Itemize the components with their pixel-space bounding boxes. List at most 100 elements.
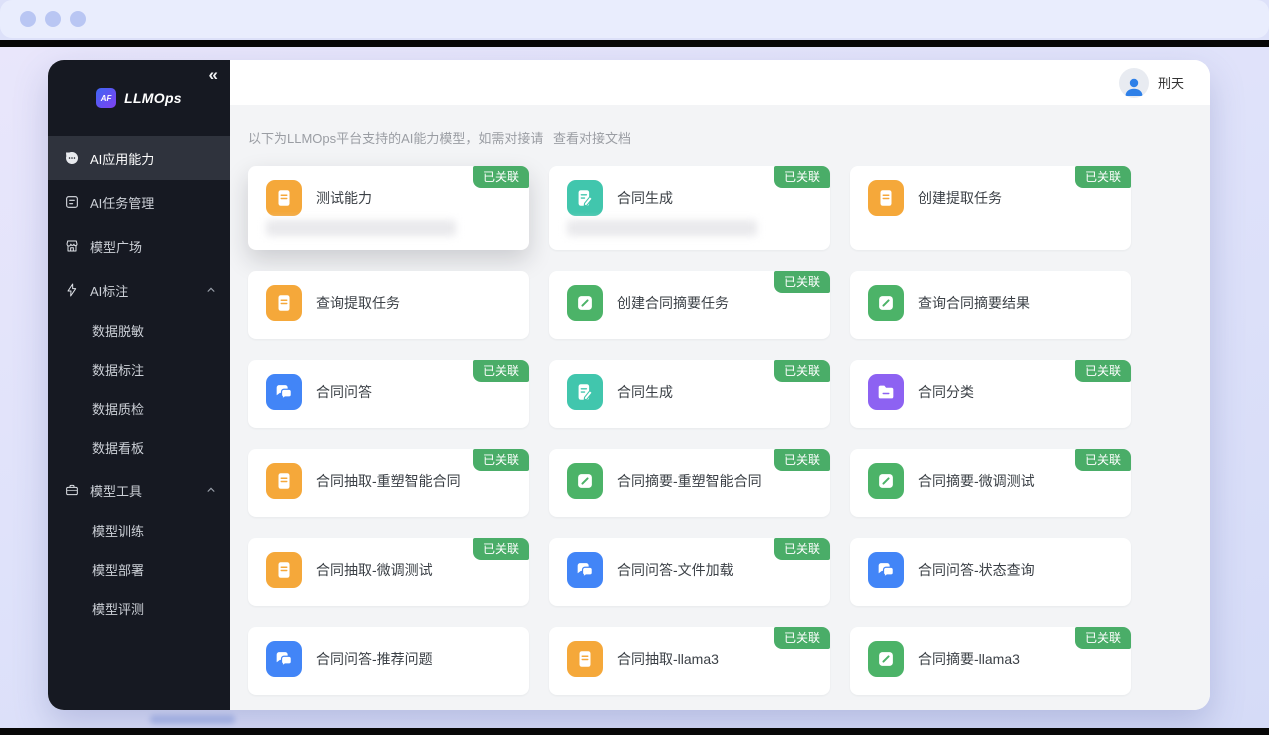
card-title: 查询合同摘要结果 [918, 293, 1030, 313]
page-description: 以下为LLMOps平台支持的AI能力模型，如需对接请 查看对接文档 [248, 128, 1210, 147]
main-content: 以下为LLMOps平台支持的AI能力模型，如需对接请 查看对接文档 测试能力已关… [230, 105, 1210, 710]
card-title: 合同问答 [316, 382, 372, 402]
user-name[interactable]: 刑天 [1158, 73, 1184, 92]
sidebar-collapse-icon[interactable]: « [209, 66, 218, 83]
card-title: 合同生成 [617, 382, 673, 402]
capability-card-15[interactable]: 合同问答-推荐问题 [248, 627, 529, 695]
card-title: 合同生成 [617, 188, 673, 208]
task-list-icon [64, 194, 80, 210]
pencil-icon [567, 463, 603, 499]
sidebar-item-2[interactable]: 模型广场 [48, 224, 230, 268]
doc-icon [868, 180, 904, 216]
linked-badge: 已关联 [774, 166, 830, 188]
sidebar-item-label: AI标注 [90, 281, 128, 300]
window-control-dots[interactable] [20, 11, 86, 27]
logo-badge-icon: AF [96, 88, 116, 108]
card-title: 合同问答-文件加载 [617, 560, 734, 580]
window-dot[interactable] [45, 11, 61, 27]
capability-card-9[interactable]: 合同抽取-重塑智能合同已关联 [248, 449, 529, 517]
linked-badge: 已关联 [473, 166, 529, 188]
linked-badge: 已关联 [774, 271, 830, 293]
card-title: 创建提取任务 [918, 188, 1002, 208]
chevron-up-icon[interactable] [206, 485, 216, 495]
doc-edit-icon [567, 374, 603, 410]
linked-badge: 已关联 [473, 538, 529, 560]
sidebar-submenu: 模型训练模型部署模型评测 [48, 512, 230, 629]
linked-badge: 已关联 [774, 627, 830, 649]
chat-icon [868, 552, 904, 588]
card-title: 合同抽取-微调测试 [316, 560, 433, 580]
linked-badge: 已关联 [1075, 360, 1131, 382]
docs-link[interactable]: 查看对接文档 [553, 131, 631, 146]
doc-icon [266, 552, 302, 588]
sidebar-item-3[interactable]: AI标注 [48, 268, 230, 312]
chat-circle-icon [64, 150, 80, 166]
capability-card-4[interactable]: 创建合同摘要任务 已关联 [549, 271, 830, 339]
sidebar-subitem-3-2[interactable]: 数据质检 [48, 390, 230, 429]
capability-card-14[interactable]: 合同问答-状态查询 [850, 538, 1131, 606]
watermark-smudge [150, 715, 235, 724]
capability-card-13[interactable]: 合同问答-文件加载 已关联 [549, 538, 830, 606]
sidebar-item-label: AI任务管理 [90, 193, 154, 212]
capability-card-17[interactable]: 合同摘要-llama3已关联 [850, 627, 1131, 695]
sidebar-subitem-4-0[interactable]: 模型训练 [48, 512, 230, 551]
toolbox-icon [64, 482, 80, 498]
card-title: 合同摘要-重塑智能合同 [617, 471, 762, 491]
sidebar-subitem-3-3[interactable]: 数据看板 [48, 429, 230, 468]
card-title: 测试能力 [316, 188, 372, 208]
capability-card-12[interactable]: 合同抽取-微调测试 已关联 [248, 538, 529, 606]
sidebar-subitem-4-2[interactable]: 模型评测 [48, 590, 230, 629]
capability-card-5[interactable]: 查询合同摘要结果 [850, 271, 1131, 339]
capability-card-2[interactable]: 创建提取任务 已关联 [850, 166, 1131, 250]
sidebar-item-label: AI应用能力 [90, 149, 154, 168]
sidebar-subitem-3-1[interactable]: 数据标注 [48, 351, 230, 390]
sidebar-item-1[interactable]: AI任务管理 [48, 180, 230, 224]
capability-card-10[interactable]: 合同摘要-重塑智能合同已关联 [549, 449, 830, 517]
capability-card-3[interactable]: 查询提取任务 [248, 271, 529, 339]
description-text: 以下为LLMOps平台支持的AI能力模型，如需对接请 [248, 131, 543, 146]
sidebar-item-4[interactable]: 模型工具 [48, 468, 230, 512]
card-title: 合同问答-推荐问题 [316, 649, 433, 669]
sidebar-subitem-4-1[interactable]: 模型部署 [48, 551, 230, 590]
card-title: 合同摘要-llama3 [918, 649, 1020, 669]
pencil-icon [868, 285, 904, 321]
capability-card-16[interactable]: 合同抽取-llama3已关联 [549, 627, 830, 695]
sidebar-nav: AI应用能力 AI任务管理模型广场 AI标注数据脱敏数据标注数据质检数据看板模型工具… [48, 136, 230, 629]
sidebar-item-label: 模型工具 [90, 481, 142, 500]
person-icon [1122, 74, 1146, 98]
capability-card-6[interactable]: 合同问答 已关联 [248, 360, 529, 428]
window-chrome-bar [0, 0, 1269, 38]
capability-card-8[interactable]: 合同分类已关联 [850, 360, 1131, 428]
app-header: 刑天 [230, 60, 1210, 105]
doc-icon [266, 180, 302, 216]
linked-badge: 已关联 [774, 538, 830, 560]
window-dot[interactable] [20, 11, 36, 27]
user-avatar[interactable] [1119, 68, 1149, 98]
app-window: « AF LLMOps AI应用能力 AI任务管理模型广场 AI标注数据脱敏数据标注… [48, 60, 1210, 710]
card-title: 创建合同摘要任务 [617, 293, 729, 313]
redacted-text [567, 220, 757, 236]
chevron-up-icon[interactable] [206, 285, 216, 295]
pencil-icon [567, 285, 603, 321]
linked-badge: 已关联 [774, 449, 830, 471]
linked-badge: 已关联 [473, 449, 529, 471]
sidebar-subitem-3-0[interactable]: 数据脱敏 [48, 312, 230, 351]
chat-icon [266, 641, 302, 677]
bottom-divider-strip [0, 728, 1269, 735]
chat-icon [266, 374, 302, 410]
sidebar-submenu: 数据脱敏数据标注数据质检数据看板 [48, 312, 230, 468]
capability-card-0[interactable]: 测试能力 已关联 [248, 166, 529, 250]
linked-badge: 已关联 [1075, 166, 1131, 188]
chat-icon [567, 552, 603, 588]
linked-badge: 已关联 [473, 360, 529, 382]
sidebar-item-0[interactable]: AI应用能力 [48, 136, 230, 180]
capability-card-1[interactable]: 合同生成 已关联 [549, 166, 830, 250]
sidebar: « AF LLMOps AI应用能力 AI任务管理模型广场 AI标注数据脱敏数据标注… [48, 60, 230, 710]
window-dot[interactable] [70, 11, 86, 27]
top-divider-strip [0, 40, 1269, 47]
logo: AF LLMOps [48, 74, 230, 122]
capability-card-11[interactable]: 合同摘要-微调测试已关联 [850, 449, 1131, 517]
capability-card-7[interactable]: 合同生成 已关联 [549, 360, 830, 428]
linked-badge: 已关联 [774, 360, 830, 382]
logo-text: LLMOps [124, 90, 182, 106]
